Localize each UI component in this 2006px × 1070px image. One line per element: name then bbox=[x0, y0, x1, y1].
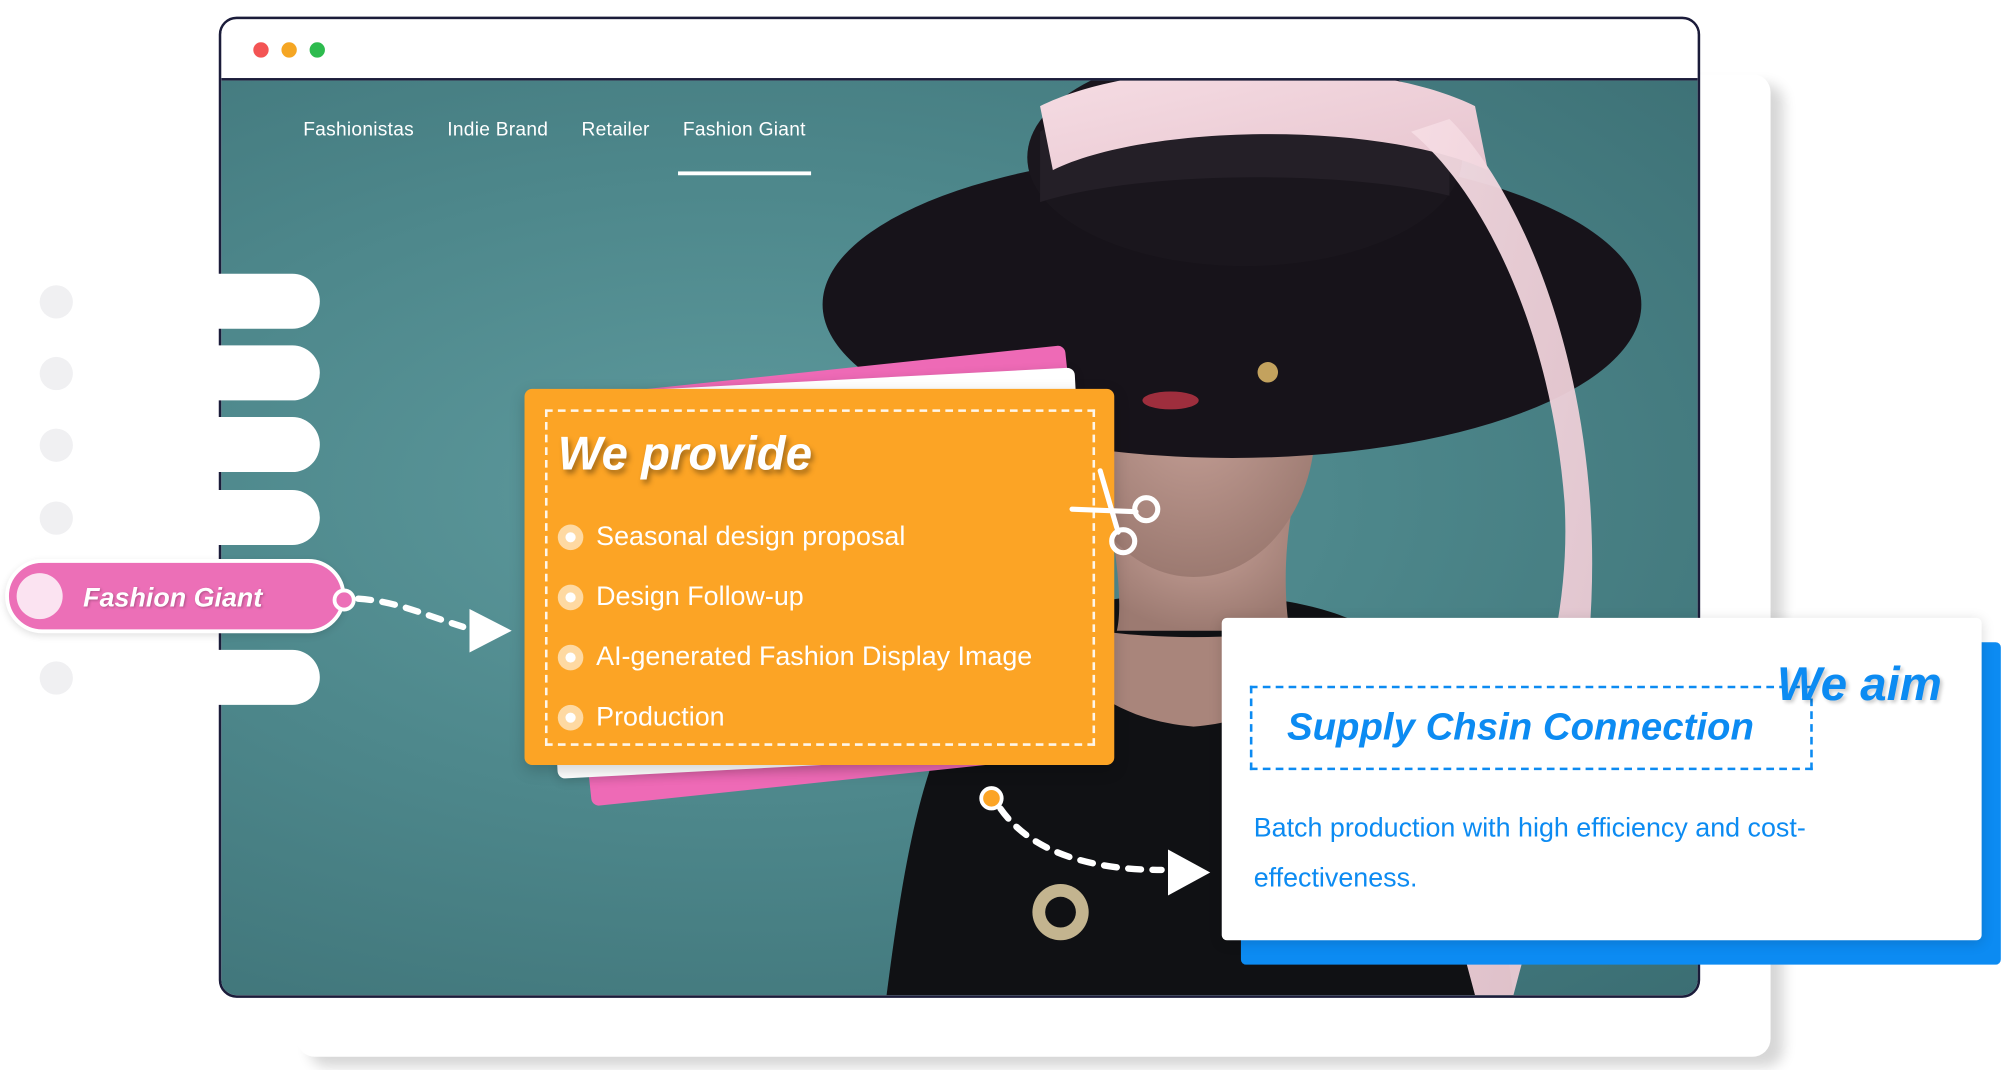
arrow-right-icon bbox=[469, 608, 512, 653]
dashed-connector-right bbox=[997, 805, 1165, 874]
scissors-icon bbox=[1069, 468, 1161, 556]
connector-layer bbox=[355, 468, 1211, 896]
arrow-right-icon bbox=[1168, 849, 1211, 896]
composition: Fashionistas Indie Brand Retailer Fashio… bbox=[0, 0, 2006, 1069]
connector-dot bbox=[979, 786, 1004, 811]
dashed-connector-left bbox=[355, 595, 467, 631]
